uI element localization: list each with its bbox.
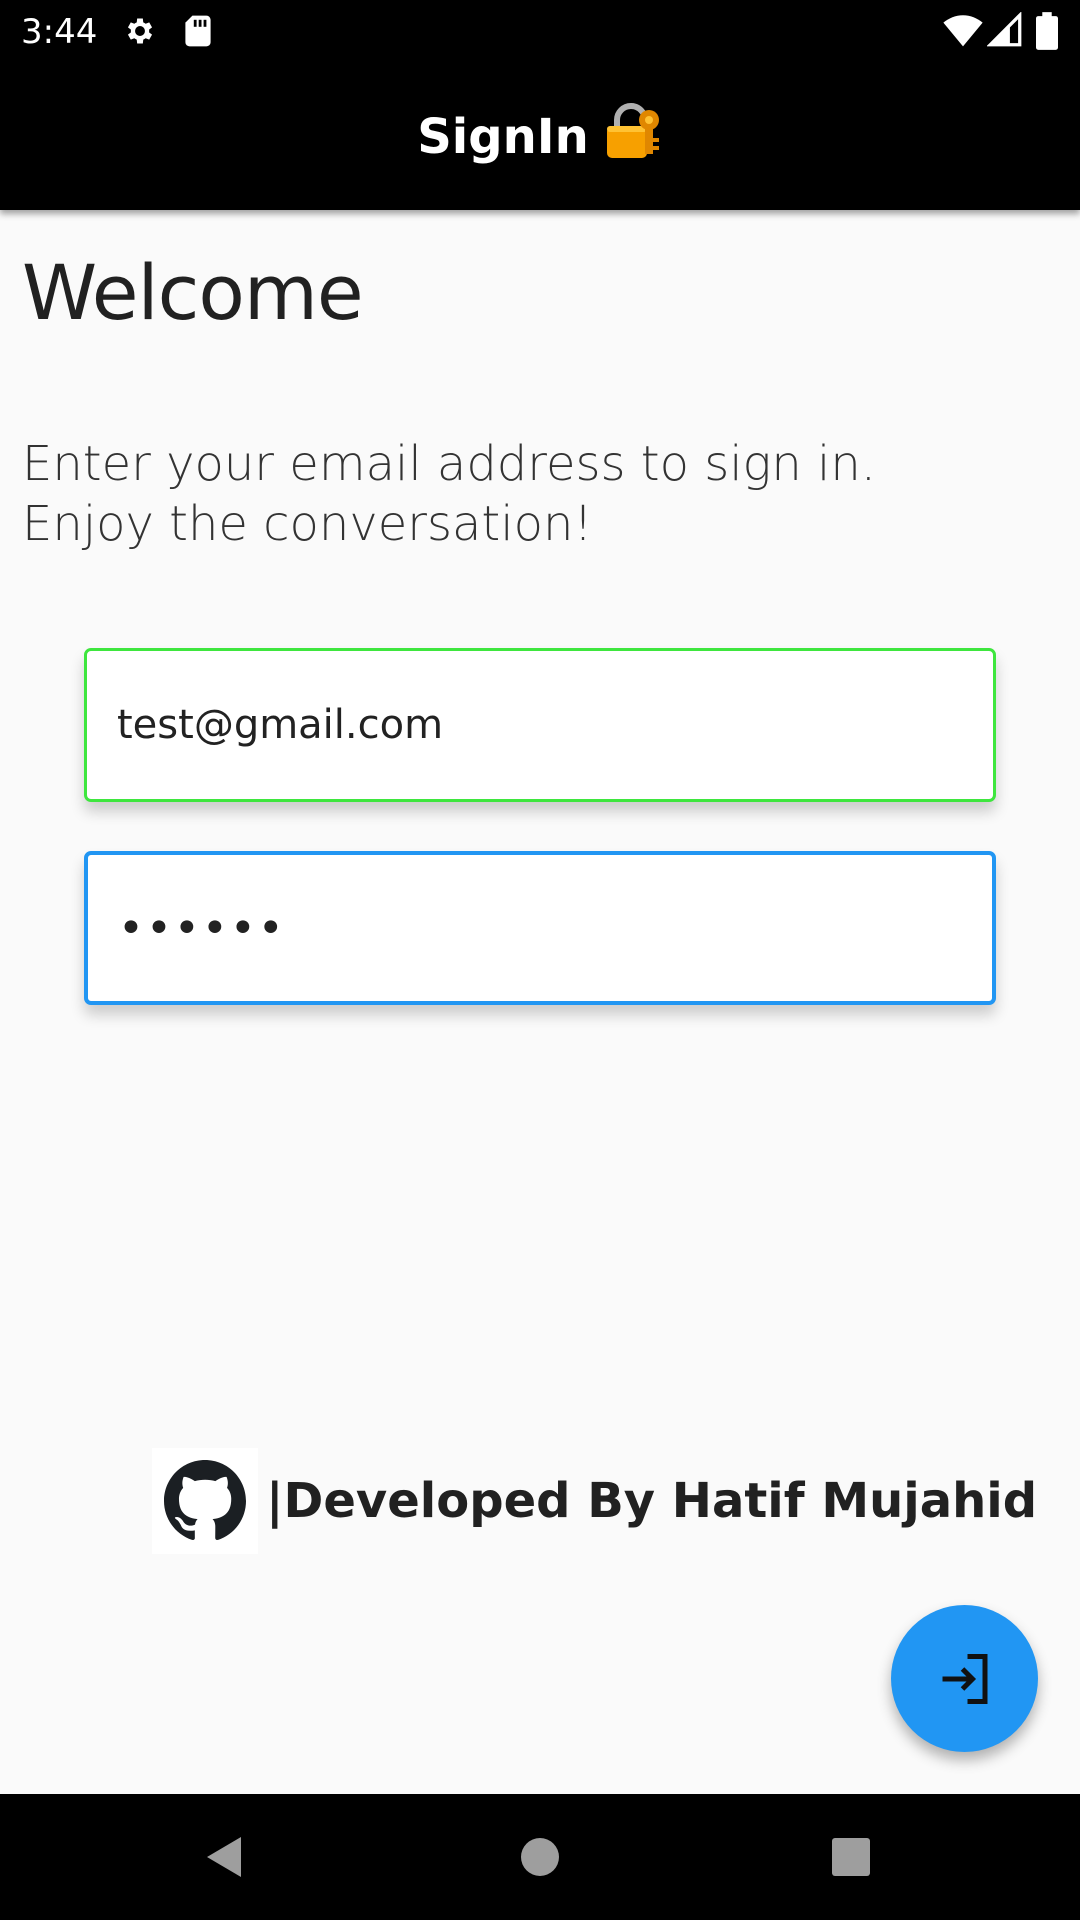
developer-credit: |Developed By Hatif Mujahid bbox=[152, 1448, 1037, 1554]
nav-back-button[interactable] bbox=[190, 1824, 256, 1890]
battery-icon bbox=[1036, 12, 1058, 55]
subtitle-line-2: Enjoy the conversation! bbox=[22, 496, 593, 552]
lock-key-icon bbox=[603, 102, 663, 167]
sd-card-icon bbox=[184, 14, 212, 53]
signal-icon bbox=[986, 11, 1023, 53]
app-title-group: SignIn bbox=[417, 103, 663, 167]
wifi-icon bbox=[943, 12, 983, 53]
github-logo[interactable] bbox=[152, 1448, 258, 1554]
app-bar: SignIn bbox=[0, 63, 1080, 210]
github-icon bbox=[164, 1460, 246, 1540]
email-field-container bbox=[84, 648, 996, 802]
developer-credit-text: |Developed By Hatif Mujahid bbox=[266, 1473, 1038, 1529]
sign-in-screen: 3:44 SignIn Welcome Enter your email add… bbox=[0, 0, 1080, 1920]
page-subtitle: Enter your email address to sign in. Enj… bbox=[22, 434, 876, 554]
app-title: SignIn bbox=[417, 108, 589, 165]
nav-home-button[interactable] bbox=[507, 1824, 573, 1890]
email-field[interactable] bbox=[87, 651, 993, 799]
page-title: Welcome bbox=[22, 248, 364, 337]
home-circle-icon bbox=[521, 1838, 559, 1876]
back-triangle-icon bbox=[207, 1837, 241, 1877]
recents-square-icon bbox=[832, 1838, 870, 1876]
system-nav-bar bbox=[0, 1794, 1080, 1920]
sign-in-button[interactable] bbox=[891, 1605, 1038, 1752]
subtitle-line-1: Enter your email address to sign in. bbox=[22, 436, 877, 492]
login-arrow-icon bbox=[942, 1653, 987, 1704]
password-field[interactable] bbox=[88, 855, 992, 1001]
status-bar: 3:44 bbox=[0, 0, 1080, 63]
nav-recents-button[interactable] bbox=[818, 1824, 884, 1890]
status-time: 3:44 bbox=[21, 12, 98, 52]
settings-icon bbox=[123, 14, 157, 53]
password-field-container bbox=[84, 851, 996, 1005]
